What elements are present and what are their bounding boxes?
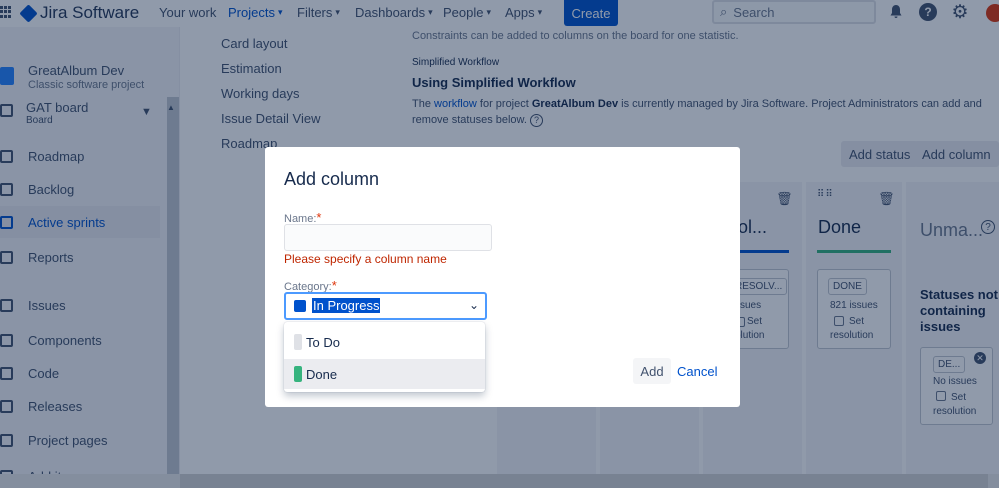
category-option-to-do[interactable]: To Do [284,327,485,357]
category-selected-value: In Progress [312,298,381,313]
dialog-title: Add column [284,169,380,189]
done-color-swatch [294,366,302,382]
to-do-color-swatch [294,334,302,350]
add-button[interactable]: Add [633,358,671,384]
category-label: Category:* [284,278,337,293]
name-error-message: Please specify a column name [284,252,447,266]
category-option-done[interactable]: Done [284,359,485,389]
column-name-input[interactable] [284,224,492,251]
name-label: Name:* [284,210,322,225]
chevron-down-icon: ⌄ [468,298,479,312]
category-select[interactable]: In Progress ⌄ [284,292,487,320]
in-progress-color-swatch [294,300,306,312]
required-mark: * [316,210,322,225]
cancel-button[interactable]: Cancel [677,358,717,384]
category-dropdown-menu: To Do Done [284,322,485,392]
required-mark: * [331,278,337,293]
